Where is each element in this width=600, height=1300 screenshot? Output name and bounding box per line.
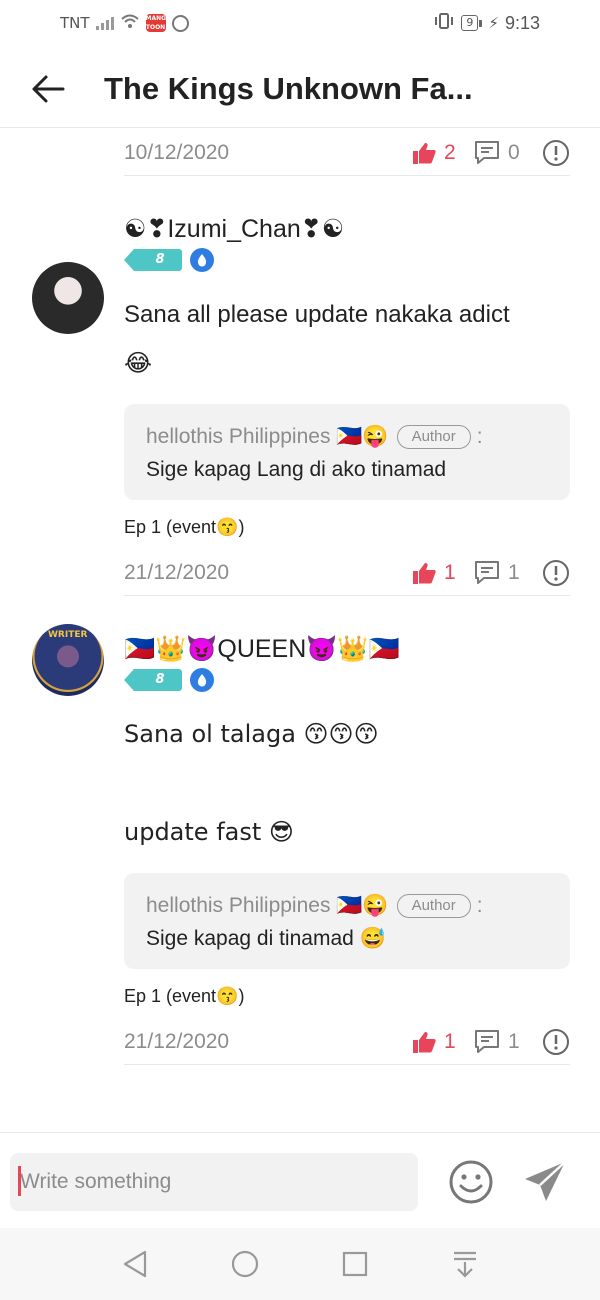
report-button[interactable] — [542, 139, 570, 167]
thumbs-up-icon — [413, 143, 436, 164]
pull-down-icon — [454, 1251, 476, 1278]
comment-item: WRITER 🇵🇭👑😈QUEEN😈👑🇵🇭 8 Sana ol talaga 😙😙… — [0, 596, 600, 1065]
comment-item: ☯❣Izumi_Chan❣☯ 8 Sana all please update … — [0, 176, 600, 596]
episode-link[interactable]: Ep 1 (event😙) — [124, 504, 570, 550]
comment-meta-row: 21/12/2020 1 1 — [124, 550, 570, 596]
comment-composer — [0, 1132, 600, 1228]
comment-username[interactable]: ☯❣Izumi_Chan❣☯ — [124, 212, 570, 246]
nav-home-button[interactable] — [225, 1244, 265, 1284]
like-count: 2 — [444, 141, 456, 164]
alert-icon — [543, 560, 569, 586]
reply-button[interactable]: 1 — [474, 1029, 542, 1055]
reply-author-name: hellothis Philippines 🇵🇭😜 — [146, 894, 389, 917]
nav-recents-button[interactable] — [335, 1244, 375, 1284]
nav-back-button[interactable] — [115, 1244, 155, 1284]
emoji-button[interactable] — [448, 1159, 494, 1205]
author-reply[interactable]: hellothis Philippines 🇵🇭😜 Author : Sige … — [124, 404, 570, 500]
reply-count: 0 — [508, 141, 520, 164]
comment-icon — [475, 1030, 499, 1053]
charging-icon: ⚡ — [488, 14, 499, 32]
comment-text: Sana ol talaga 😙😙😙 — [124, 720, 379, 748]
like-count: 1 — [444, 1030, 456, 1053]
thumbs-up-icon — [413, 563, 436, 584]
signal-icon — [95, 16, 114, 30]
reply-count: 1 — [508, 561, 520, 584]
like-button[interactable]: 1 — [412, 1030, 474, 1054]
comment-text: update fast 😎 — [124, 818, 294, 846]
page-title: The Kings Unknown Fa... — [104, 70, 473, 106]
square-recents-icon — [342, 1251, 368, 1277]
text-cursor — [18, 1166, 21, 1196]
water-drop-icon — [190, 248, 214, 272]
arrow-left-icon — [32, 75, 65, 102]
comment-text-blank — [124, 759, 570, 808]
triangle-back-icon — [123, 1250, 147, 1278]
comment-date: 21/12/2020 — [124, 1029, 230, 1053]
like-button[interactable]: 2 — [412, 141, 474, 165]
smiley-icon — [449, 1160, 493, 1204]
reply-author-name: hellothis Philippines 🇵🇭😜 — [146, 425, 389, 448]
report-button[interactable] — [542, 1028, 570, 1056]
reply-button[interactable]: 1 — [474, 560, 542, 586]
status-bar: TNT MANGA TOON 9 ⚡ 9:13 — [0, 0, 600, 46]
author-reply[interactable]: hellothis Philippines 🇵🇭😜 Author : Sige … — [124, 873, 570, 969]
carrier-label: TNT — [60, 14, 90, 32]
comment-icon — [475, 561, 499, 584]
avatar-label: WRITER — [48, 630, 88, 640]
vibrate-icon — [433, 13, 455, 33]
alert-icon — [543, 1029, 569, 1055]
clock: 9:13 — [504, 12, 540, 33]
avatar[interactable]: WRITER — [32, 624, 104, 696]
author-tag: Author — [396, 894, 471, 918]
wifi-icon — [120, 13, 140, 33]
mangatoon-app-icon: MANGA TOON — [145, 14, 171, 32]
level-badge: 8 — [124, 669, 182, 691]
battery-level: 9 — [461, 15, 479, 31]
comment-meta-row: 21/12/2020 1 1 — [124, 1019, 570, 1065]
reply-text: Sige kapag Lang di ako tinamad — [146, 458, 447, 481]
comment-text: 😂 — [124, 349, 153, 377]
paper-plane-icon — [525, 1161, 566, 1201]
report-button[interactable] — [542, 559, 570, 587]
level-badge: 8 — [124, 249, 182, 271]
comment-meta-row: 10/12/2020 2 0 — [124, 130, 570, 176]
episode-link[interactable]: Ep 1 (event😙) — [124, 973, 570, 1019]
nav-notifications-button[interactable] — [445, 1244, 485, 1284]
comment-username[interactable]: 🇵🇭👑😈QUEEN😈👑🇵🇭 — [124, 632, 570, 666]
app-header: The Kings Unknown Fa... — [0, 50, 600, 128]
comment-date: 21/12/2020 — [124, 560, 230, 584]
comment-icon — [475, 141, 499, 164]
thumbs-up-icon — [413, 1032, 436, 1053]
comment-input[interactable] — [10, 1153, 418, 1211]
alert-icon — [543, 140, 569, 166]
messenger-icon — [171, 14, 189, 32]
reply-text: Sige kapag di tinamad 😅 — [146, 927, 386, 950]
reply-count: 1 — [508, 1030, 520, 1053]
battery-icon: 9 — [461, 15, 483, 31]
comment-feed[interactable]: 10/12/2020 2 0 ☯❣Izumi_Chan❣☯ 8 Sana all… — [0, 130, 600, 1132]
water-drop-icon — [190, 668, 214, 692]
author-tag: Author — [396, 425, 471, 449]
circle-home-icon — [231, 1250, 259, 1278]
avatar[interactable] — [32, 262, 104, 334]
back-button[interactable] — [20, 61, 76, 117]
like-count: 1 — [444, 561, 456, 584]
reply-button[interactable]: 0 — [474, 140, 542, 166]
send-button[interactable] — [522, 1159, 570, 1207]
comment-text: Sana all please update nakaka adict — [124, 301, 510, 328]
comment-date: 10/12/2020 — [124, 140, 230, 164]
system-nav-bar — [0, 1228, 600, 1300]
like-button[interactable]: 1 — [412, 561, 474, 585]
